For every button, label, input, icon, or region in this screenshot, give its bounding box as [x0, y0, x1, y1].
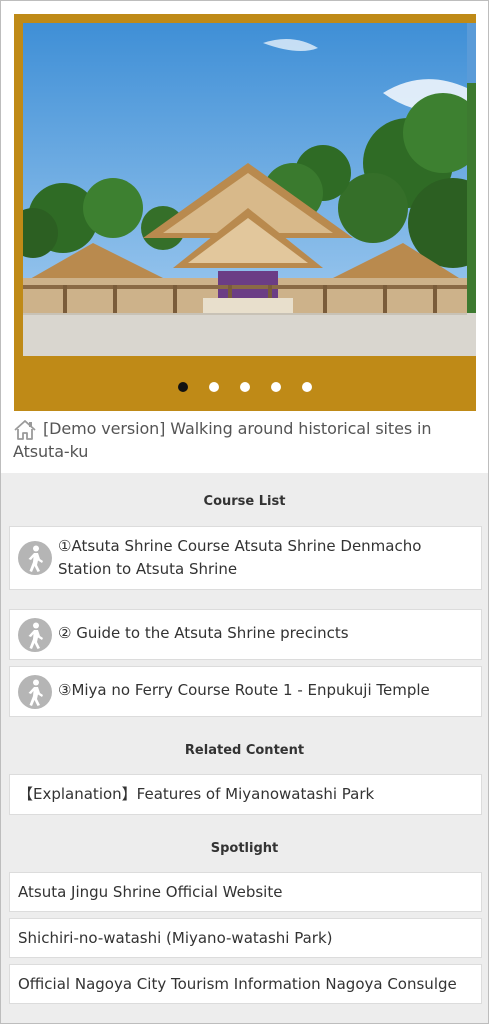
- app-frame: [Demo version] Walking around historical…: [0, 0, 489, 1024]
- course-item-2[interactable]: ② Guide to the Atsuta Shrine precincts: [9, 609, 482, 660]
- related-content-heading: Related Content: [184, 743, 305, 758]
- slider-pagination: [14, 377, 476, 396]
- next-slide-peek: [467, 23, 476, 356]
- page-title: [Demo version] Walking around historical…: [13, 419, 432, 461]
- spotlight-item-1[interactable]: Atsuta Jingu Shrine Official Website: [9, 872, 482, 912]
- slider-dot-4[interactable]: [271, 382, 282, 392]
- spotlight-item-label: Atsuta Jingu Shrine Official Website: [18, 882, 283, 901]
- hero-section: [Demo version] Walking around historical…: [1, 1, 488, 473]
- image-slider[interactable]: [14, 14, 476, 411]
- page-title-row: [Demo version] Walking around historical…: [13, 417, 483, 463]
- slider-dot-3[interactable]: [240, 382, 250, 392]
- slider-dot-2[interactable]: [208, 382, 219, 392]
- walking-person-icon: [18, 618, 52, 652]
- course-list-heading: Course List: [203, 494, 286, 509]
- walking-person-icon: [18, 541, 52, 575]
- spotlight-item-3[interactable]: Official Nagoya City Tourism Information…: [9, 964, 482, 1004]
- course-item-1[interactable]: ①Atsuta Shrine Course Atsuta Shrine Denm…: [9, 526, 482, 590]
- course-item-label: ② Guide to the Atsuta Shrine precincts: [58, 624, 349, 642]
- slider-dot-1[interactable]: [177, 382, 188, 392]
- course-item-label: ①Atsuta Shrine Course Atsuta Shrine Denm…: [58, 537, 422, 578]
- shrine-photo[interactable]: [23, 23, 467, 356]
- spotlight-item-label: Shichiri-no-watashi (Miyano-watashi Park…: [18, 928, 333, 947]
- related-item-1[interactable]: 【Explanation】Features of Miyanowatashi P…: [9, 774, 482, 815]
- spotlight-heading: Spotlight: [210, 841, 279, 856]
- slider-dot-5[interactable]: [302, 382, 313, 392]
- course-item-label: ③Miya no Ferry Course Route 1 - Enpukuji…: [58, 681, 430, 699]
- home-icon[interactable]: [13, 419, 37, 441]
- course-item-3[interactable]: ③Miya no Ferry Course Route 1 - Enpukuji…: [9, 666, 482, 717]
- related-item-label: 【Explanation】Features of Miyanowatashi P…: [18, 785, 375, 803]
- spotlight-item-2[interactable]: Shichiri-no-watashi (Miyano-watashi Park…: [9, 918, 482, 958]
- walking-person-icon: [18, 675, 52, 709]
- spotlight-item-label: Official Nagoya City Tourism Information…: [18, 974, 457, 993]
